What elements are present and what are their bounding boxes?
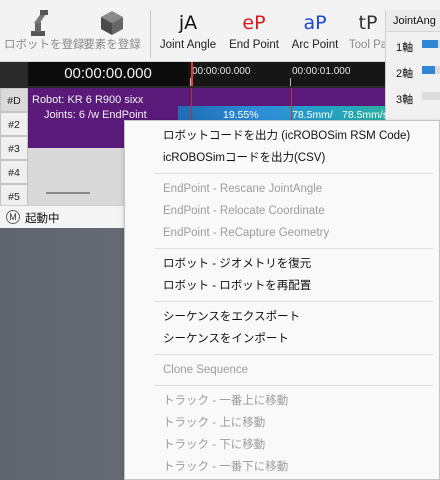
menu-separator: [155, 354, 433, 355]
cube-icon: [80, 8, 144, 38]
menu-item-move-top[interactable]: トラック - 一番上に移動: [125, 390, 439, 412]
menu-item-rescan[interactable]: EndPoint - Rescane JointAngle: [125, 178, 439, 200]
joint-panel-title: JointAng: [386, 10, 440, 32]
menu-separator: [155, 248, 433, 249]
track-scrollbar[interactable]: [46, 192, 90, 194]
joint-label: 1軸: [396, 42, 414, 54]
register-element-label: 要素を登録: [83, 39, 141, 51]
end-point-button[interactable]: eP End Point: [224, 8, 284, 60]
menu-separator: [155, 173, 433, 174]
menu-item-rearrange-robot[interactable]: ロボット - ロボットを再配置: [125, 275, 439, 297]
menu-item-move-bottom[interactable]: トラック - 一番下に移動: [125, 456, 439, 478]
menu-separator: [155, 301, 433, 302]
toolbar: ロボットを登録 要素を登録 jA Joint Angle eP End Poin…: [0, 0, 440, 62]
track-label[interactable]: #D: [0, 88, 28, 112]
joint-slider-fill: [422, 66, 436, 74]
joint-angle-label: Joint Angle: [159, 39, 217, 51]
joint-slider[interactable]: [422, 92, 440, 100]
ruler-label: 00:00:00.000: [192, 66, 251, 77]
menu-item-move-up[interactable]: トラック - 上に移動: [125, 412, 439, 434]
joint-angle-button[interactable]: jA Joint Angle: [156, 8, 220, 60]
context-menu: ロボットコードを出力 (icROBOSim RSM Code) icROBOSi…: [124, 120, 440, 480]
toolbar-separator: [150, 10, 151, 58]
ruler-label: 00:00:01.000: [292, 66, 351, 77]
end-point-label: End Point: [229, 39, 279, 51]
ruler-tick: [290, 78, 291, 86]
robot-name: Robot: KR 6 R900 sixx: [32, 94, 144, 106]
playhead[interactable]: [191, 62, 193, 86]
status-text: 起動中: [25, 213, 60, 225]
menu-item-export-rsm[interactable]: ロボットコードを出力 (icROBOSim RSM Code): [125, 125, 439, 147]
tool-point-label: Tool Pa: [348, 39, 388, 51]
menu-item-clone-sequence[interactable]: Clone Sequence: [125, 359, 439, 381]
menu-item-move-down[interactable]: トラック - 下に移動: [125, 434, 439, 456]
arc-point-button[interactable]: aP Arc Point: [287, 8, 343, 60]
tool-point-button[interactable]: tP Tool Pa: [348, 8, 388, 60]
joint-label: 2軸: [396, 68, 414, 80]
track-label[interactable]: #4: [0, 160, 28, 184]
track-label[interactable]: #3: [0, 136, 28, 160]
end-point-icon: eP: [242, 12, 266, 34]
joint-angle-panel: JointAng 1軸 2軸 3軸: [385, 10, 440, 122]
current-time-display: 00:00:00.000: [28, 62, 188, 86]
register-robot-label: ロボットを登録: [4, 39, 85, 51]
arc-point-icon: aP: [303, 12, 327, 34]
joint-slider-fill: [422, 40, 439, 48]
menu-item-recapture[interactable]: EndPoint - ReCapture Geometry: [125, 222, 439, 244]
joint-label: 3軸: [396, 94, 414, 106]
joint-slider[interactable]: [422, 40, 440, 48]
mode-icon: M: [6, 210, 20, 224]
tool-point-icon: tP: [358, 12, 378, 34]
track-labels: #D #2 #3 #4 #5: [0, 88, 28, 208]
joint-angle-icon: jA: [178, 12, 198, 34]
menu-item-export-sequence[interactable]: シーケンスをエクスポート: [125, 306, 439, 328]
joint-row-3[interactable]: 3軸: [386, 84, 440, 110]
menu-item-relocate[interactable]: EndPoint - Relocate Coordinate: [125, 200, 439, 222]
menu-item-restore-geometry[interactable]: ロボット - ジオメトリを復元: [125, 253, 439, 275]
menu-item-import-sequence[interactable]: シーケンスをインポート: [125, 328, 439, 350]
track-label[interactable]: #2: [0, 112, 28, 136]
menu-item-export-csv[interactable]: icROBOSimコードを出力(CSV): [125, 147, 439, 169]
register-robot-button[interactable]: ロボットを登録: [4, 8, 85, 60]
robot-arm-icon: [4, 8, 74, 38]
menu-separator: [155, 385, 433, 386]
joint-slider[interactable]: [422, 66, 440, 74]
joint-row-2[interactable]: 2軸: [386, 58, 440, 84]
joint-row-1[interactable]: 1軸: [386, 32, 440, 58]
time-ruler[interactable]: 00:00:00.000 00:00:01.000: [188, 62, 385, 86]
register-element-button[interactable]: 要素を登録: [80, 8, 144, 60]
robot-info: Robot: KR 6 R900 sixx Joints: 6 /w EndPo…: [32, 93, 147, 123]
arc-point-label: Arc Point: [291, 39, 339, 51]
